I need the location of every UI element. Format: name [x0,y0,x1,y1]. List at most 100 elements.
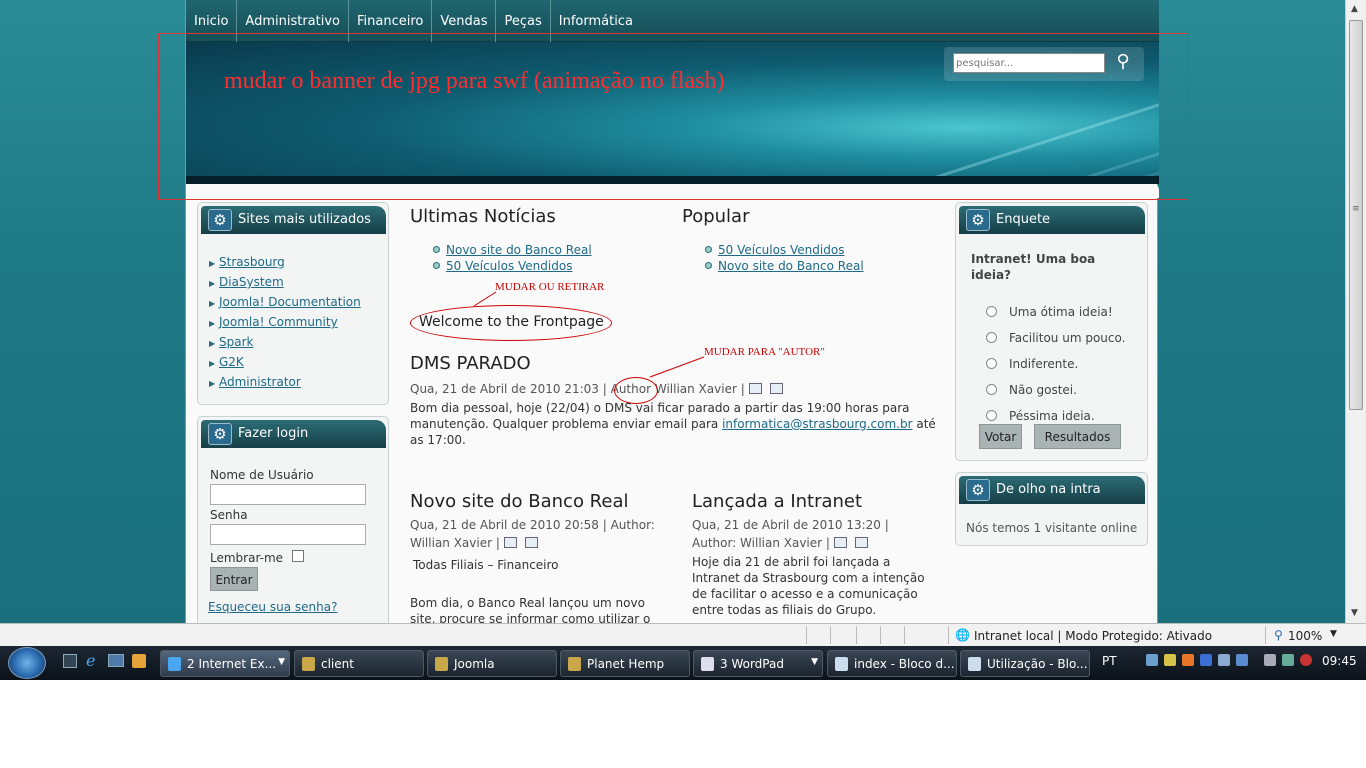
task-label: Joomla [454,657,495,671]
annotation-arrow [649,356,705,378]
blank-area [0,680,1366,768]
task-notepad-index[interactable]: index - Bloco d... [827,650,957,677]
username-field[interactable] [210,484,366,505]
remember-label: Lembrar-me [210,551,284,565]
media-player-icon[interactable] [132,654,146,668]
online-module: ⚙ De olho na intra Nós temos 1 visitante… [955,472,1148,546]
tray-app-icon[interactable] [1218,654,1230,666]
language-indicator[interactable]: PT [1102,654,1117,668]
zoom-level[interactable]: 100% [1288,629,1322,643]
gear-icon: ⚙ [966,479,990,501]
internet-explorer-icon[interactable]: e [86,651,95,670]
radio-button[interactable] [986,410,997,421]
task-client[interactable]: client [294,650,424,677]
link-joomla-documentation[interactable]: Joomla! Documentation [219,295,361,309]
poll-question: Intranet! Uma boa ideia? [971,252,1096,282]
radio-button[interactable] [986,306,997,317]
security-zone-text: Intranet local | Modo Protegido: Ativado [974,629,1213,643]
radio-button[interactable] [986,332,997,343]
taskbar: e 2 Internet Ex... ▼ client Joomla Planet… [0,646,1366,680]
popular-link-2[interactable]: Novo site do Banco Real [718,259,864,273]
article-dms-date: Qua, 21 de Abril de 2010 21:03 | [410,382,607,396]
gear-icon: ⚙ [966,209,990,231]
poll-option-label: Não gostei. [1009,383,1077,397]
zoom-icon[interactable]: ⚲ [1274,628,1283,642]
link-administrator[interactable]: Administrator [219,375,301,389]
latest-link-2[interactable]: 50 Veículos Vendidos [446,259,572,273]
poll-option-label: Uma ótima ideia! [1009,305,1113,319]
vote-button[interactable]: Votar [979,424,1022,449]
email-link[interactable]: informatica@strasbourg.com.br [722,417,912,431]
link-strasbourg[interactable]: Strasbourg [219,255,285,269]
list-item: ▶ Joomla! Community [209,315,338,329]
switch-windows-icon[interactable] [108,654,124,667]
task-planet-hemp[interactable]: Planet Hemp [560,650,690,677]
latest-link-1[interactable]: Novo site do Banco Real [446,243,592,257]
poll-option-label: Indiferente. [1009,357,1079,371]
tray-app-icon[interactable] [1182,654,1194,666]
username-label: Nome de Usuário [210,468,314,482]
radio-button[interactable] [986,384,997,395]
password-field[interactable] [210,524,366,545]
task-notepad-utilizacao[interactable]: Utilização - Blo... [960,650,1090,677]
results-button[interactable]: Resultados [1034,424,1121,449]
poll-option[interactable]: Indiferente. [986,351,1125,377]
print-icon[interactable] [833,537,847,548]
vertical-scrollbar[interactable]: ▲ ≡ ▼ [1345,0,1366,623]
annotation-autor: MUDAR PARA "AUTOR" [704,346,825,358]
article-dms-title: DMS PARADO [410,353,531,374]
article-dms-author: Willian Xavier | [654,382,745,396]
poll-option[interactable]: Uma ótima ideia! [986,299,1125,325]
scrollbar-thumb[interactable] [1349,20,1363,410]
link-joomla-community[interactable]: Joomla! Community [219,315,338,329]
online-text: Nós temos 1 visitante online [966,521,1138,535]
annotation-box [158,33,1188,200]
task-joomla[interactable]: Joomla [427,650,557,677]
remember-checkbox[interactable] [292,550,304,562]
email-icon[interactable] [524,537,538,548]
poll-option[interactable]: Não gostei. [986,377,1125,403]
bluetooth-icon[interactable] [1200,654,1212,666]
popular-title: Popular [682,206,750,227]
tray-network-icon[interactable] [1146,654,1158,666]
article-banco-meta-line2: Willian Xavier | [410,534,670,552]
zoom-chevron-down-icon[interactable]: ▼ [1330,629,1337,639]
list-item: ▶ G2K [209,355,244,369]
popular-link-1[interactable]: 50 Veículos Vendidos [718,243,844,257]
task-internet-explorer[interactable]: 2 Internet Ex... ▼ [160,650,290,677]
link-g2k[interactable]: G2K [219,355,244,369]
tray-device-icon[interactable] [1264,654,1276,666]
article-intranet-author: Author: Willian Xavier | [692,536,830,550]
volume-icon[interactable] [1300,654,1312,666]
login-button[interactable]: Entrar [210,567,258,591]
online-title: De olho na intra [996,482,1101,497]
scroll-up-icon[interactable]: ▲ [1351,4,1358,14]
radio-button[interactable] [986,358,997,369]
poll-option[interactable]: Facilitou um pouco. [986,325,1125,351]
tray-app-icon[interactable] [1164,654,1176,666]
show-desktop-icon[interactable] [63,654,77,668]
list-item: ▶ Spark [209,335,254,349]
task-wordpad[interactable]: 3 WordPad ▼ [693,650,823,677]
print-icon[interactable] [748,383,762,394]
article-dms-meta: Qua, 21 de Abril de 2010 21:03 | Author … [410,380,787,398]
link-diasystem[interactable]: DiaSystem [219,275,284,289]
email-icon[interactable] [854,537,868,548]
tray-network-icon[interactable] [1282,654,1294,666]
forgot-password-link[interactable]: Esqueceu sua senha? [208,600,337,614]
task-label: index - Bloco d... [854,657,955,671]
tray-app-icon[interactable] [1236,654,1248,666]
list-item: ▶ DiaSystem [209,275,284,289]
start-button[interactable] [8,647,46,679]
link-spark[interactable]: Spark [219,335,253,349]
article-intranet-meta: Qua, 21 de Abril de 2010 13:20 | Author:… [692,516,932,552]
email-icon[interactable] [769,383,783,394]
intranet-zone-icon: 🌐 [955,628,970,642]
clock[interactable]: 09:45 [1322,654,1357,668]
print-icon[interactable] [503,537,517,548]
login-module-header: ⚙ Fazer login [201,420,386,448]
sites-module: ⚙ Sites mais utilizados ▶ Strasbourg ▶ Dia… [197,202,389,405]
task-label: 2 Internet Ex... [187,657,277,671]
scroll-down-icon[interactable]: ▼ [1351,608,1358,618]
password-label: Senha [210,508,248,522]
